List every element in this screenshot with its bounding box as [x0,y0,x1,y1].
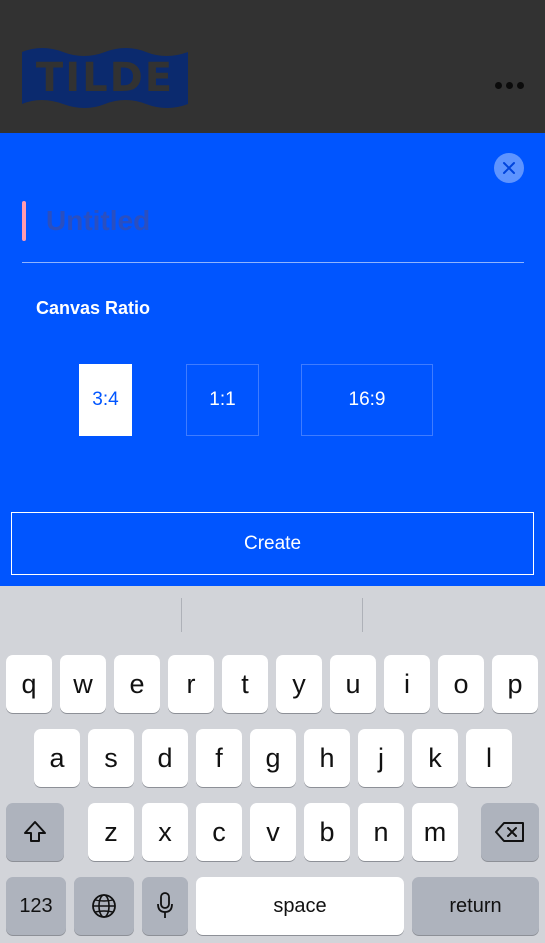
key-q[interactable]: q [6,655,52,713]
more-options-icon[interactable] [490,72,528,98]
key-e[interactable]: e [114,655,160,713]
key-z[interactable]: z [88,803,134,861]
microphone-icon [157,892,173,918]
key-j[interactable]: j [358,729,404,787]
key-l[interactable]: l [466,729,512,787]
logo-text: TILDE [35,55,175,101]
key-h[interactable]: h [304,729,350,787]
dictation-key[interactable] [142,877,188,935]
key-s[interactable]: s [88,729,134,787]
shift-icon [24,821,46,842]
ratio-option-3-4[interactable]: 3:4 [79,364,132,436]
create-button[interactable]: Create [11,512,534,575]
title-input[interactable] [46,198,516,244]
key-g[interactable]: g [250,729,296,787]
suggestion-divider [181,598,182,632]
app-header: TILDE [0,0,545,133]
title-underline [22,262,524,263]
more-dot [516,81,524,89]
key-k[interactable]: k [412,729,458,787]
key-i[interactable]: i [384,655,430,713]
key-u[interactable]: u [330,655,376,713]
key-r[interactable]: r [168,655,214,713]
more-dot [505,81,513,89]
return-key[interactable]: return [412,877,539,935]
backspace-icon [495,822,524,842]
key-n[interactable]: n [358,803,404,861]
key-t[interactable]: t [222,655,268,713]
numbers-key[interactable]: 123 [6,877,66,935]
suggestion-divider [362,598,363,632]
key-p[interactable]: p [492,655,538,713]
key-o[interactable]: o [438,655,484,713]
key-d[interactable]: d [142,729,188,787]
key-v[interactable]: v [250,803,296,861]
close-icon[interactable] [494,153,524,183]
globe-icon [92,894,116,918]
more-dot [494,81,502,89]
key-x[interactable]: x [142,803,188,861]
key-m[interactable]: m [412,803,458,861]
canvas-ratio-label: Canvas Ratio [36,298,151,318]
key-a[interactable]: a [34,729,80,787]
key-c[interactable]: c [196,803,242,861]
backspace-key[interactable] [481,803,539,861]
ratio-option-16-9[interactable]: 16:9 [301,364,433,436]
ratio-option-1-1[interactable]: 1:1 [186,364,259,436]
key-b[interactable]: b [304,803,350,861]
tilde-logo[interactable]: TILDE [22,44,188,112]
key-f[interactable]: f [196,729,242,787]
title-field-wrapper [22,198,524,262]
key-w[interactable]: w [60,655,106,713]
shift-key[interactable] [6,803,64,861]
space-key[interactable]: space [196,877,404,935]
key-y[interactable]: y [276,655,322,713]
text-caret [22,201,26,241]
globe-key[interactable] [74,877,134,935]
